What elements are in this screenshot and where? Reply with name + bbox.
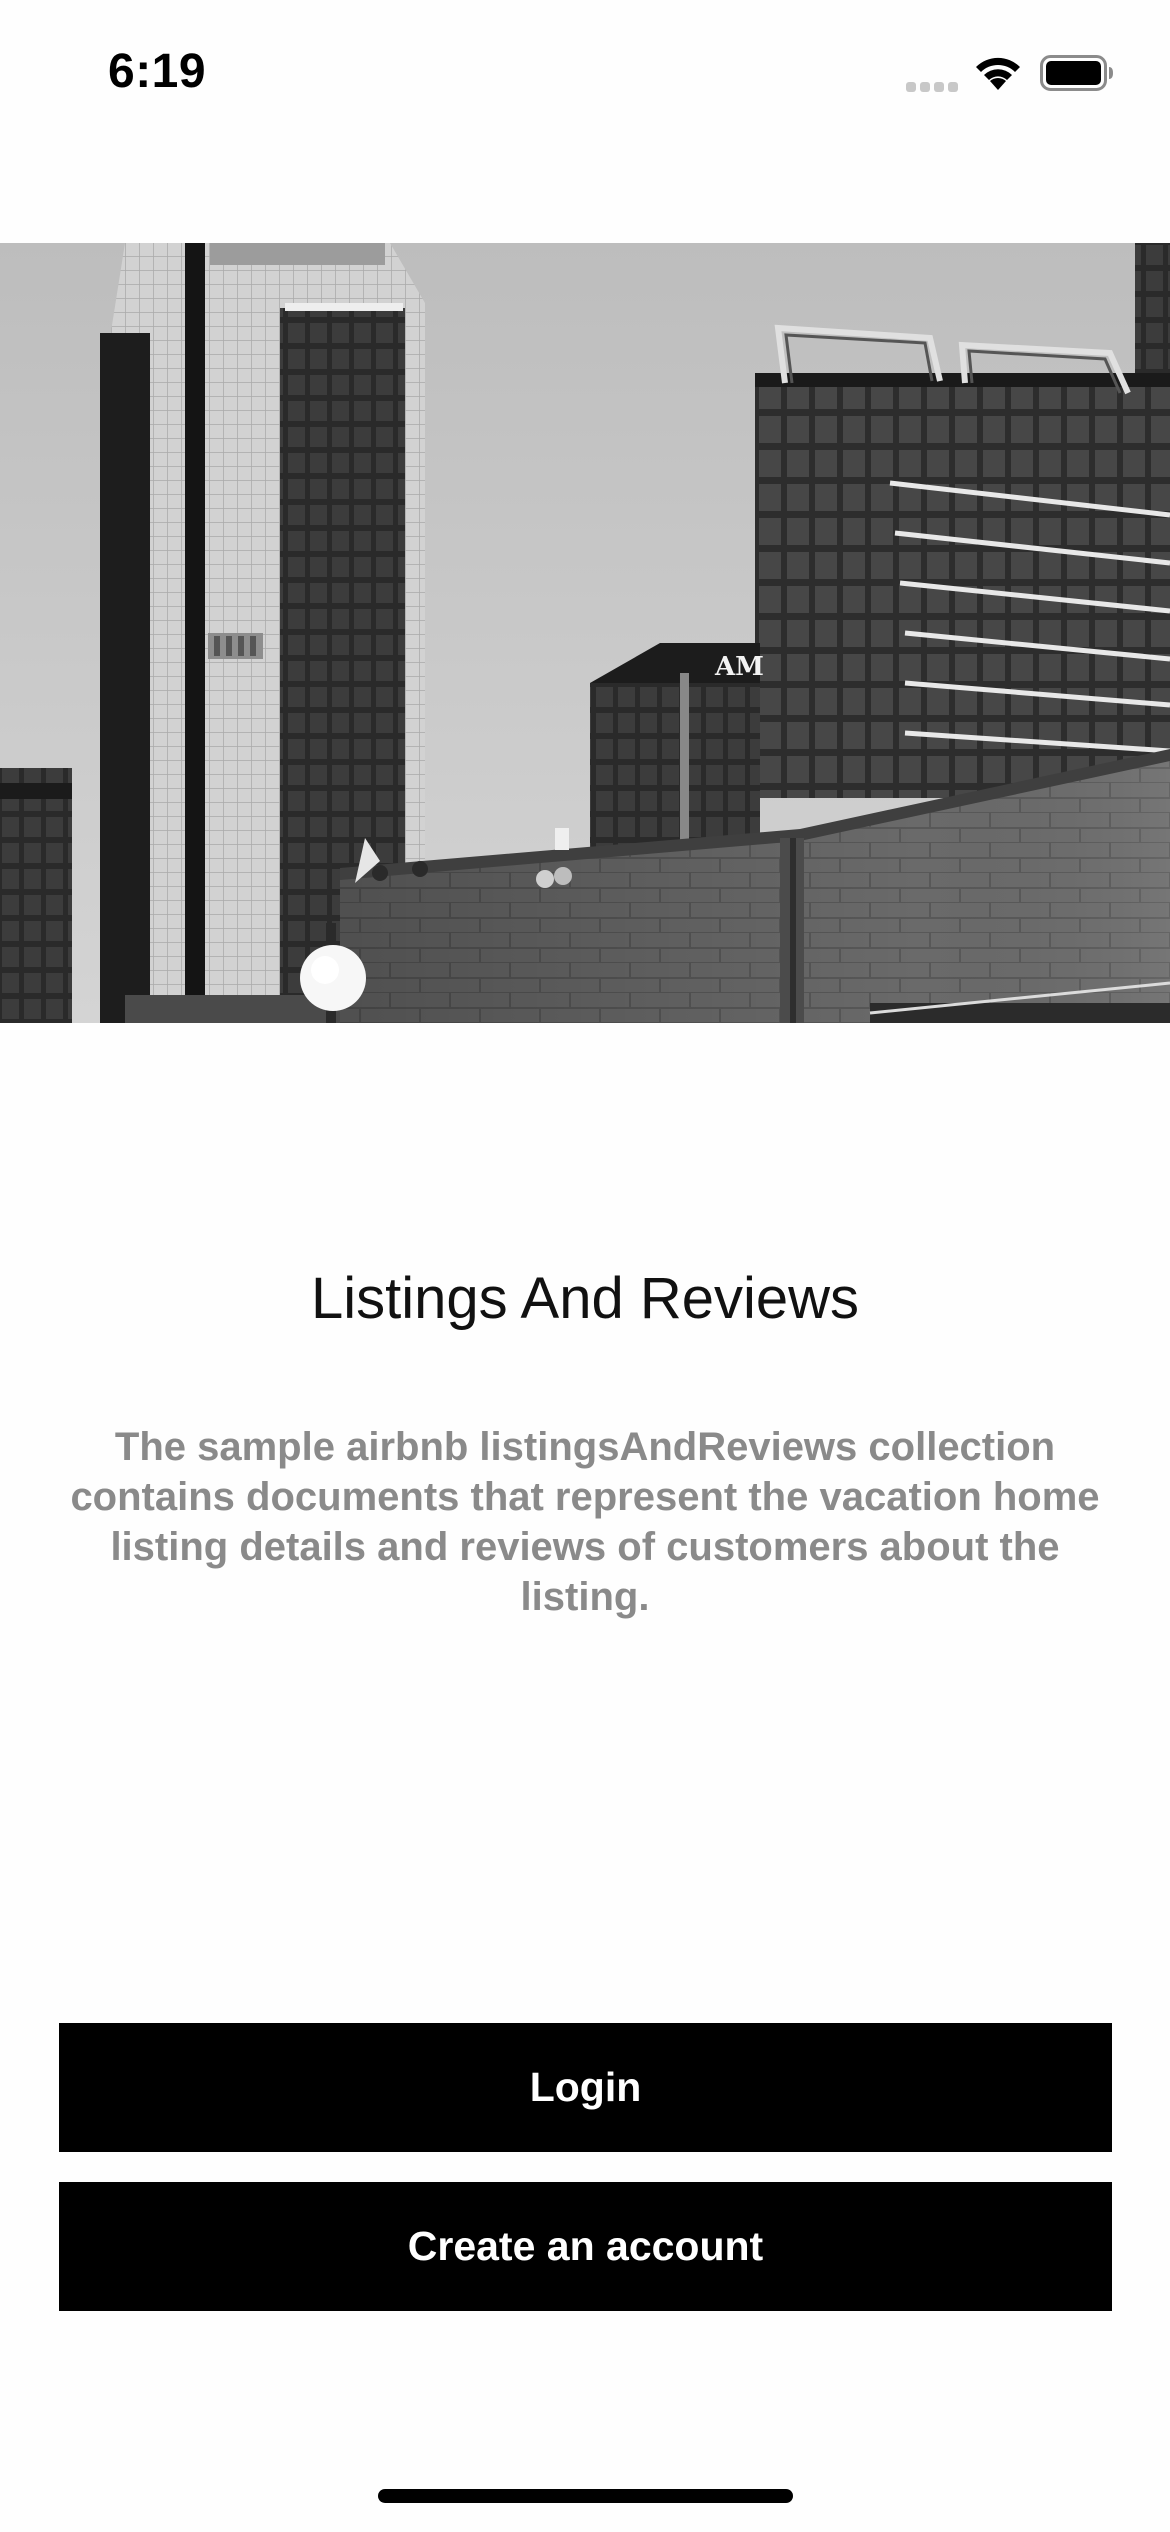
create-account-button[interactable]: Create an account <box>59 2182 1112 2311</box>
login-button[interactable]: Login <box>59 2023 1112 2152</box>
home-indicator[interactable] <box>378 2489 793 2503</box>
signal-icon <box>906 82 958 92</box>
wifi-icon <box>976 57 1020 90</box>
page-title: Listings And Reviews <box>310 1266 860 1331</box>
battery-icon <box>1040 55 1113 91</box>
status-bar: 6:19 <box>0 0 1170 150</box>
hero-sign-text: AM <box>714 652 764 682</box>
status-time: 6:19 <box>108 45 207 98</box>
page-description: The sample airbnb listingsAndReviews col… <box>70 1425 1100 1619</box>
hero-image: AM <box>0 243 1170 1023</box>
